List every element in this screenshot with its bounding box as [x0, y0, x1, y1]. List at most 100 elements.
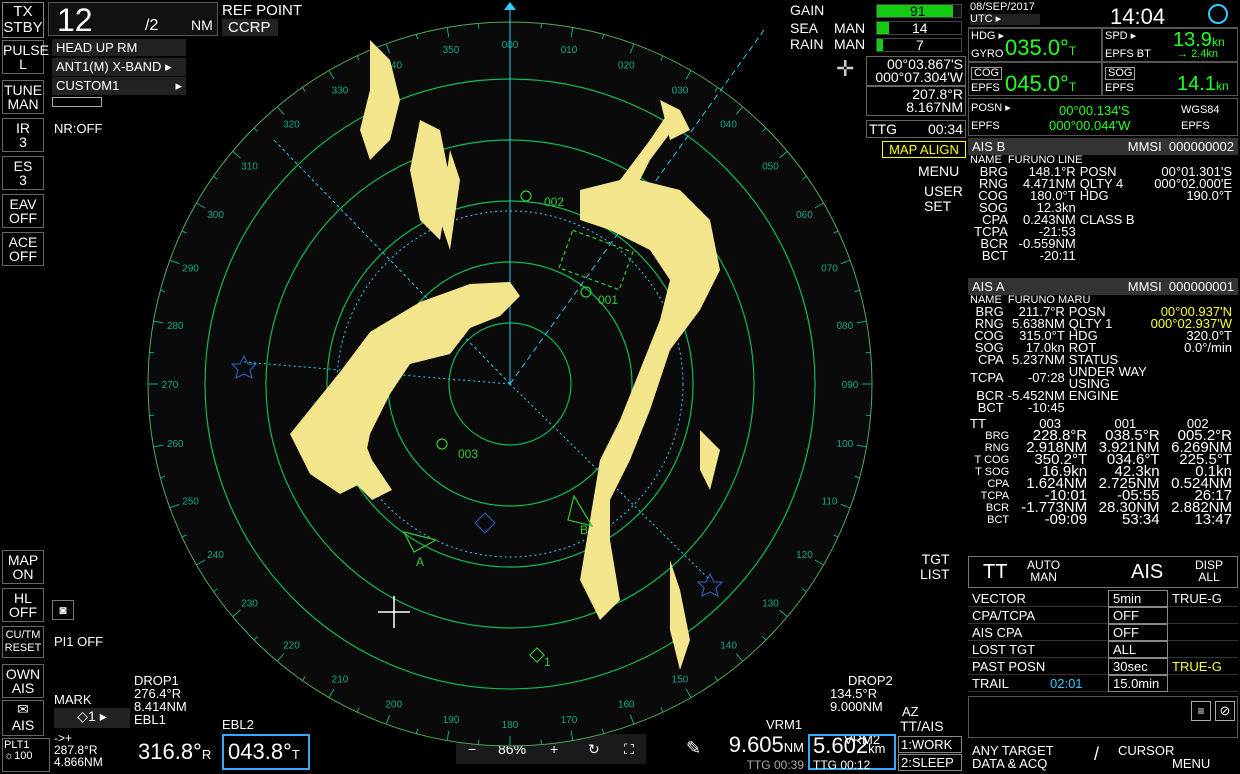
list-icon[interactable]: ≡ — [1191, 701, 1211, 721]
cutm-reset-button[interactable]: CU/TM RESET — [2, 626, 44, 658]
es-button[interactable]: ES 3 — [2, 156, 44, 190]
tune-button[interactable]: TUNE MAN — [2, 80, 44, 114]
ace-button[interactable]: ACE OFF — [2, 232, 44, 266]
ais-button[interactable]: AIS — [1131, 561, 1163, 584]
target-label: 001 — [598, 293, 618, 307]
spd-block[interactable]: SPD ▸ EPFS BT 13.9kn → 2.4kn — [1102, 28, 1238, 62]
tune-label: TUNE — [3, 82, 43, 98]
plt-panel[interactable]: PLT1 ☼100 — [2, 738, 50, 772]
table-cell — [1067, 402, 1149, 414]
setting-extra[interactable]: TRUE-G — [1172, 659, 1222, 674]
radar-display[interactable]: 000 0100200300400500600700800901001101201… — [140, 0, 880, 774]
pi-status[interactable]: PI1 OFF — [54, 634, 103, 649]
compass-icon[interactable] — [1208, 4, 1228, 24]
bearing-label: 010 — [561, 45, 578, 56]
bearing-label: 090 — [842, 380, 859, 391]
utc-select[interactable]: UTC ▸ — [970, 14, 1040, 25]
spd-sub-value: 2.4 — [1191, 48, 1207, 60]
cog-block[interactable]: COG EPFS 045.0°T — [968, 62, 1102, 96]
hl-button[interactable]: HL OFF — [2, 588, 44, 622]
ace-label: ACE — [8, 234, 38, 250]
setting-value[interactable]: ALL — [1108, 641, 1168, 658]
chevron-right-icon: ▸ — [995, 13, 1002, 25]
tgt-list-button[interactable]: TGT LIST — [920, 552, 950, 582]
user-label: USER — [924, 183, 963, 199]
nr-status: NR:OFF — [54, 121, 103, 136]
user-set-button[interactable]: USER SET — [924, 184, 963, 214]
posn-datum-src: EPFS — [1181, 120, 1210, 132]
setting-label: CPA/TCPA — [972, 608, 1036, 623]
setting-label: LOST TGT — [972, 642, 1036, 657]
bearing-label: 110 — [822, 496, 838, 507]
setting-row[interactable]: VECTOR 5min TRUE-G — [968, 590, 1238, 607]
table-cell — [1149, 354, 1234, 366]
setting-row[interactable]: AIS CPA OFF — [968, 624, 1238, 641]
sea-value: 14 — [912, 20, 928, 36]
setting-row[interactable]: TRAIL 15.0min 02:01 — [968, 675, 1238, 692]
hdg-block[interactable]: HDG ▸ GYRO 035.0°T — [968, 28, 1102, 62]
sleep-button[interactable]: 2:SLEEP — [898, 754, 962, 771]
table-cell — [1143, 250, 1234, 262]
ir-button[interactable]: IR 3 — [2, 118, 44, 152]
custom-bar — [52, 97, 102, 107]
setting-row[interactable]: CPA/TCPA OFF — [968, 607, 1238, 624]
table-cell: T COG — [974, 454, 1010, 466]
map-align-button[interactable]: MAP ALIGN — [882, 141, 966, 158]
posn-block[interactable]: POSN ▸ EPFS 00°00.134'S 000°00.044'W WGS… — [968, 98, 1238, 136]
table-row: TCPA -21:53 — [968, 225, 1234, 238]
hl-label: HL — [14, 590, 32, 606]
tt-button[interactable]: TT — [983, 561, 1007, 584]
table-cell: -10:45 — [1027, 400, 1065, 415]
bottom-right-hint: ANY TARGET DATA & ACQ / CURSOR MENU — [968, 742, 1238, 774]
table-row: TCPA -07:28 UNDER WAY USING — [968, 365, 1234, 390]
setting-value[interactable]: 30sec — [1108, 658, 1168, 675]
setting-row[interactable]: PAST POSN 30sec TRUE-G — [968, 658, 1238, 675]
work-button[interactable]: 1:WORK — [898, 736, 962, 753]
setting-label: AIS CPA — [972, 625, 1023, 640]
envelope-icon: ✉ — [17, 701, 29, 717]
cancel-icon[interactable]: ⊘ — [1215, 701, 1235, 721]
sog-value: 14.1kn — [1177, 73, 1229, 96]
bearing-label: 330 — [332, 86, 349, 97]
ais-mail-button[interactable]: ✉ AIS — [2, 700, 44, 736]
ais-b-panel[interactable]: AIS B MMSI 000000002 NAME FURUNO LINE BRG… — [968, 138, 1238, 274]
setting-value[interactable]: OFF — [1108, 607, 1168, 624]
own-ais-button[interactable]: OWN AIS — [2, 664, 44, 698]
ais-a-panel[interactable]: AIS A MMSI 000000001 NAME FURUNO MARU BRG… — [968, 278, 1238, 416]
spd-src: EPFS BT — [1105, 48, 1151, 60]
setting-value[interactable]: 15.0min — [1108, 675, 1168, 692]
spd-label-text: SPD — [1105, 30, 1128, 42]
tt-auto-select[interactable]: AUTO MAN — [1027, 559, 1060, 583]
bearing-label: 240 — [207, 550, 224, 561]
heading-marker-icon — [504, 2, 516, 10]
menu-button[interactable]: MENU — [918, 163, 959, 179]
setting-value[interactable]: 5min — [1108, 590, 1168, 607]
setting-value[interactable]: OFF — [1108, 624, 1168, 641]
sog-block[interactable]: SOG EPFS 14.1kn — [1102, 62, 1238, 96]
es-label: ES — [13, 158, 33, 174]
cog-src: EPFS — [971, 82, 1000, 94]
cog-unit: T — [1068, 80, 1077, 94]
hdg-value-text: 035.0° — [1005, 35, 1069, 60]
tx-stby-button[interactable]: TX STBY — [2, 2, 44, 38]
plt-rng: 4.866NM — [54, 755, 103, 769]
setting-extra[interactable]: 02:01 — [1050, 676, 1083, 691]
pulse-value: L — [19, 56, 27, 72]
setting-extra[interactable]: TRUE-G — [1172, 591, 1222, 606]
ais-button-label: AIS — [11, 717, 35, 733]
map-button[interactable]: MAP ON — [2, 550, 44, 584]
eav-button[interactable]: EAV OFF — [2, 194, 44, 228]
tt-ais-title: TT/AIS — [900, 718, 944, 734]
all-label: ALL — [1198, 570, 1220, 584]
set-label: SET — [924, 198, 952, 214]
ais-disp-select[interactable]: DISP ALL — [1195, 559, 1223, 583]
rain-value: 7 — [916, 37, 924, 53]
tgt-label: TGT — [921, 551, 950, 567]
setting-row[interactable]: LOST TGT ALL — [968, 641, 1238, 658]
mark-select[interactable]: ◇1 ▸ — [54, 708, 130, 728]
sog-unit: kn — [1215, 79, 1229, 93]
hl-value: OFF — [9, 604, 37, 620]
camera-icon[interactable]: ◙ — [52, 600, 74, 620]
pulse-button[interactable]: PULSE L — [2, 40, 49, 74]
tt-panel[interactable]: TT 003 001 002 BRG 228.8°R 038.5°R 005.2°R RNG 2.… — [968, 417, 1238, 552]
